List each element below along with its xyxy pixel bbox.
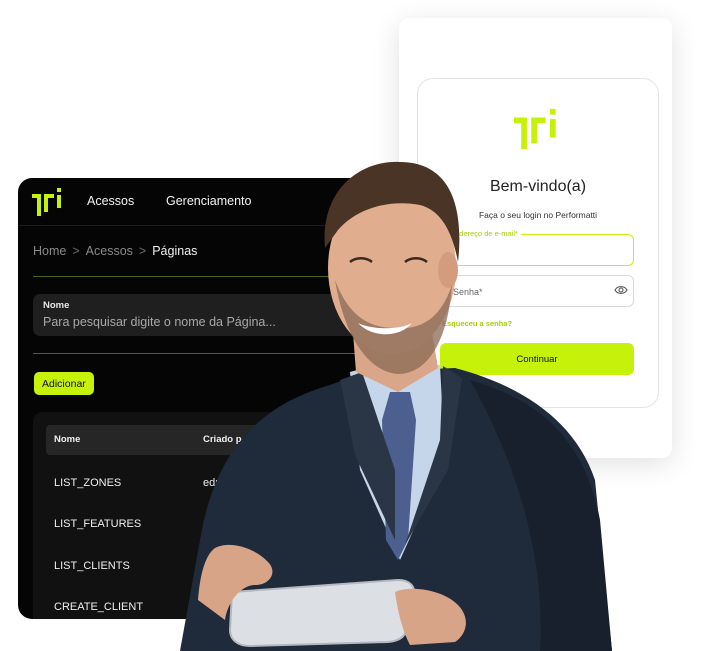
breadcrumb-acessos[interactable]: Acessos xyxy=(86,244,133,258)
forgot-password-link[interactable]: Esqueceu a senha? xyxy=(442,319,512,328)
breadcrumb-home[interactable]: Home xyxy=(33,244,66,258)
cell-name: LIST_FEATURES xyxy=(54,518,142,530)
cell-name: LIST_CLIENTS xyxy=(54,560,130,572)
breadcrumb-separator: > xyxy=(138,244,147,258)
cell-created-by: ma xyxy=(203,518,219,530)
section-divider xyxy=(33,353,433,354)
continue-button[interactable]: Continuar xyxy=(440,343,634,375)
search-input[interactable] xyxy=(43,313,413,331)
table-row[interactable]: LIST_FEATURES ma xyxy=(46,505,566,546)
nav-item-acessos[interactable]: Acessos xyxy=(87,194,134,208)
search-field[interactable]: Nome xyxy=(33,294,433,336)
nav-item-gerenciamento[interactable]: Gerenciamento xyxy=(166,194,251,208)
login-subtitle: Faça o seu login no Performatti xyxy=(478,210,598,220)
password-field[interactable] xyxy=(440,275,634,307)
section-divider xyxy=(33,276,433,277)
add-button[interactable]: Adicionar xyxy=(34,372,94,395)
cell-created-by: edu xyxy=(203,477,222,489)
email-field[interactable] xyxy=(440,234,634,266)
column-header-nome[interactable]: Nome xyxy=(54,434,80,445)
cell-name: LIST_ZONES xyxy=(54,477,122,489)
table-row[interactable]: LIST_ZONES edu xyxy=(46,464,566,505)
table-row[interactable]: CREATE_CLIENT xyxy=(46,588,566,619)
eye-icon[interactable] xyxy=(614,284,628,296)
login-title: Bem-vindo(a) xyxy=(489,178,587,195)
email-input[interactable] xyxy=(453,243,603,259)
password-input[interactable] xyxy=(453,284,603,300)
breadcrumb-current: Páginas xyxy=(152,244,198,258)
search-label: Nome xyxy=(43,300,70,311)
column-header-criado-por[interactable]: Criado p xyxy=(203,434,242,445)
tri-logo-icon xyxy=(32,188,61,216)
breadcrumb: Home > Acessos > Páginas xyxy=(33,244,197,258)
table-row[interactable]: LIST_CLIENTS xyxy=(46,547,566,588)
tri-logo-icon xyxy=(514,108,556,150)
cell-name: CREATE_CLIENT xyxy=(54,601,144,613)
email-label: Endereço de e-mail* xyxy=(447,229,521,238)
breadcrumb-separator: > xyxy=(72,244,80,258)
